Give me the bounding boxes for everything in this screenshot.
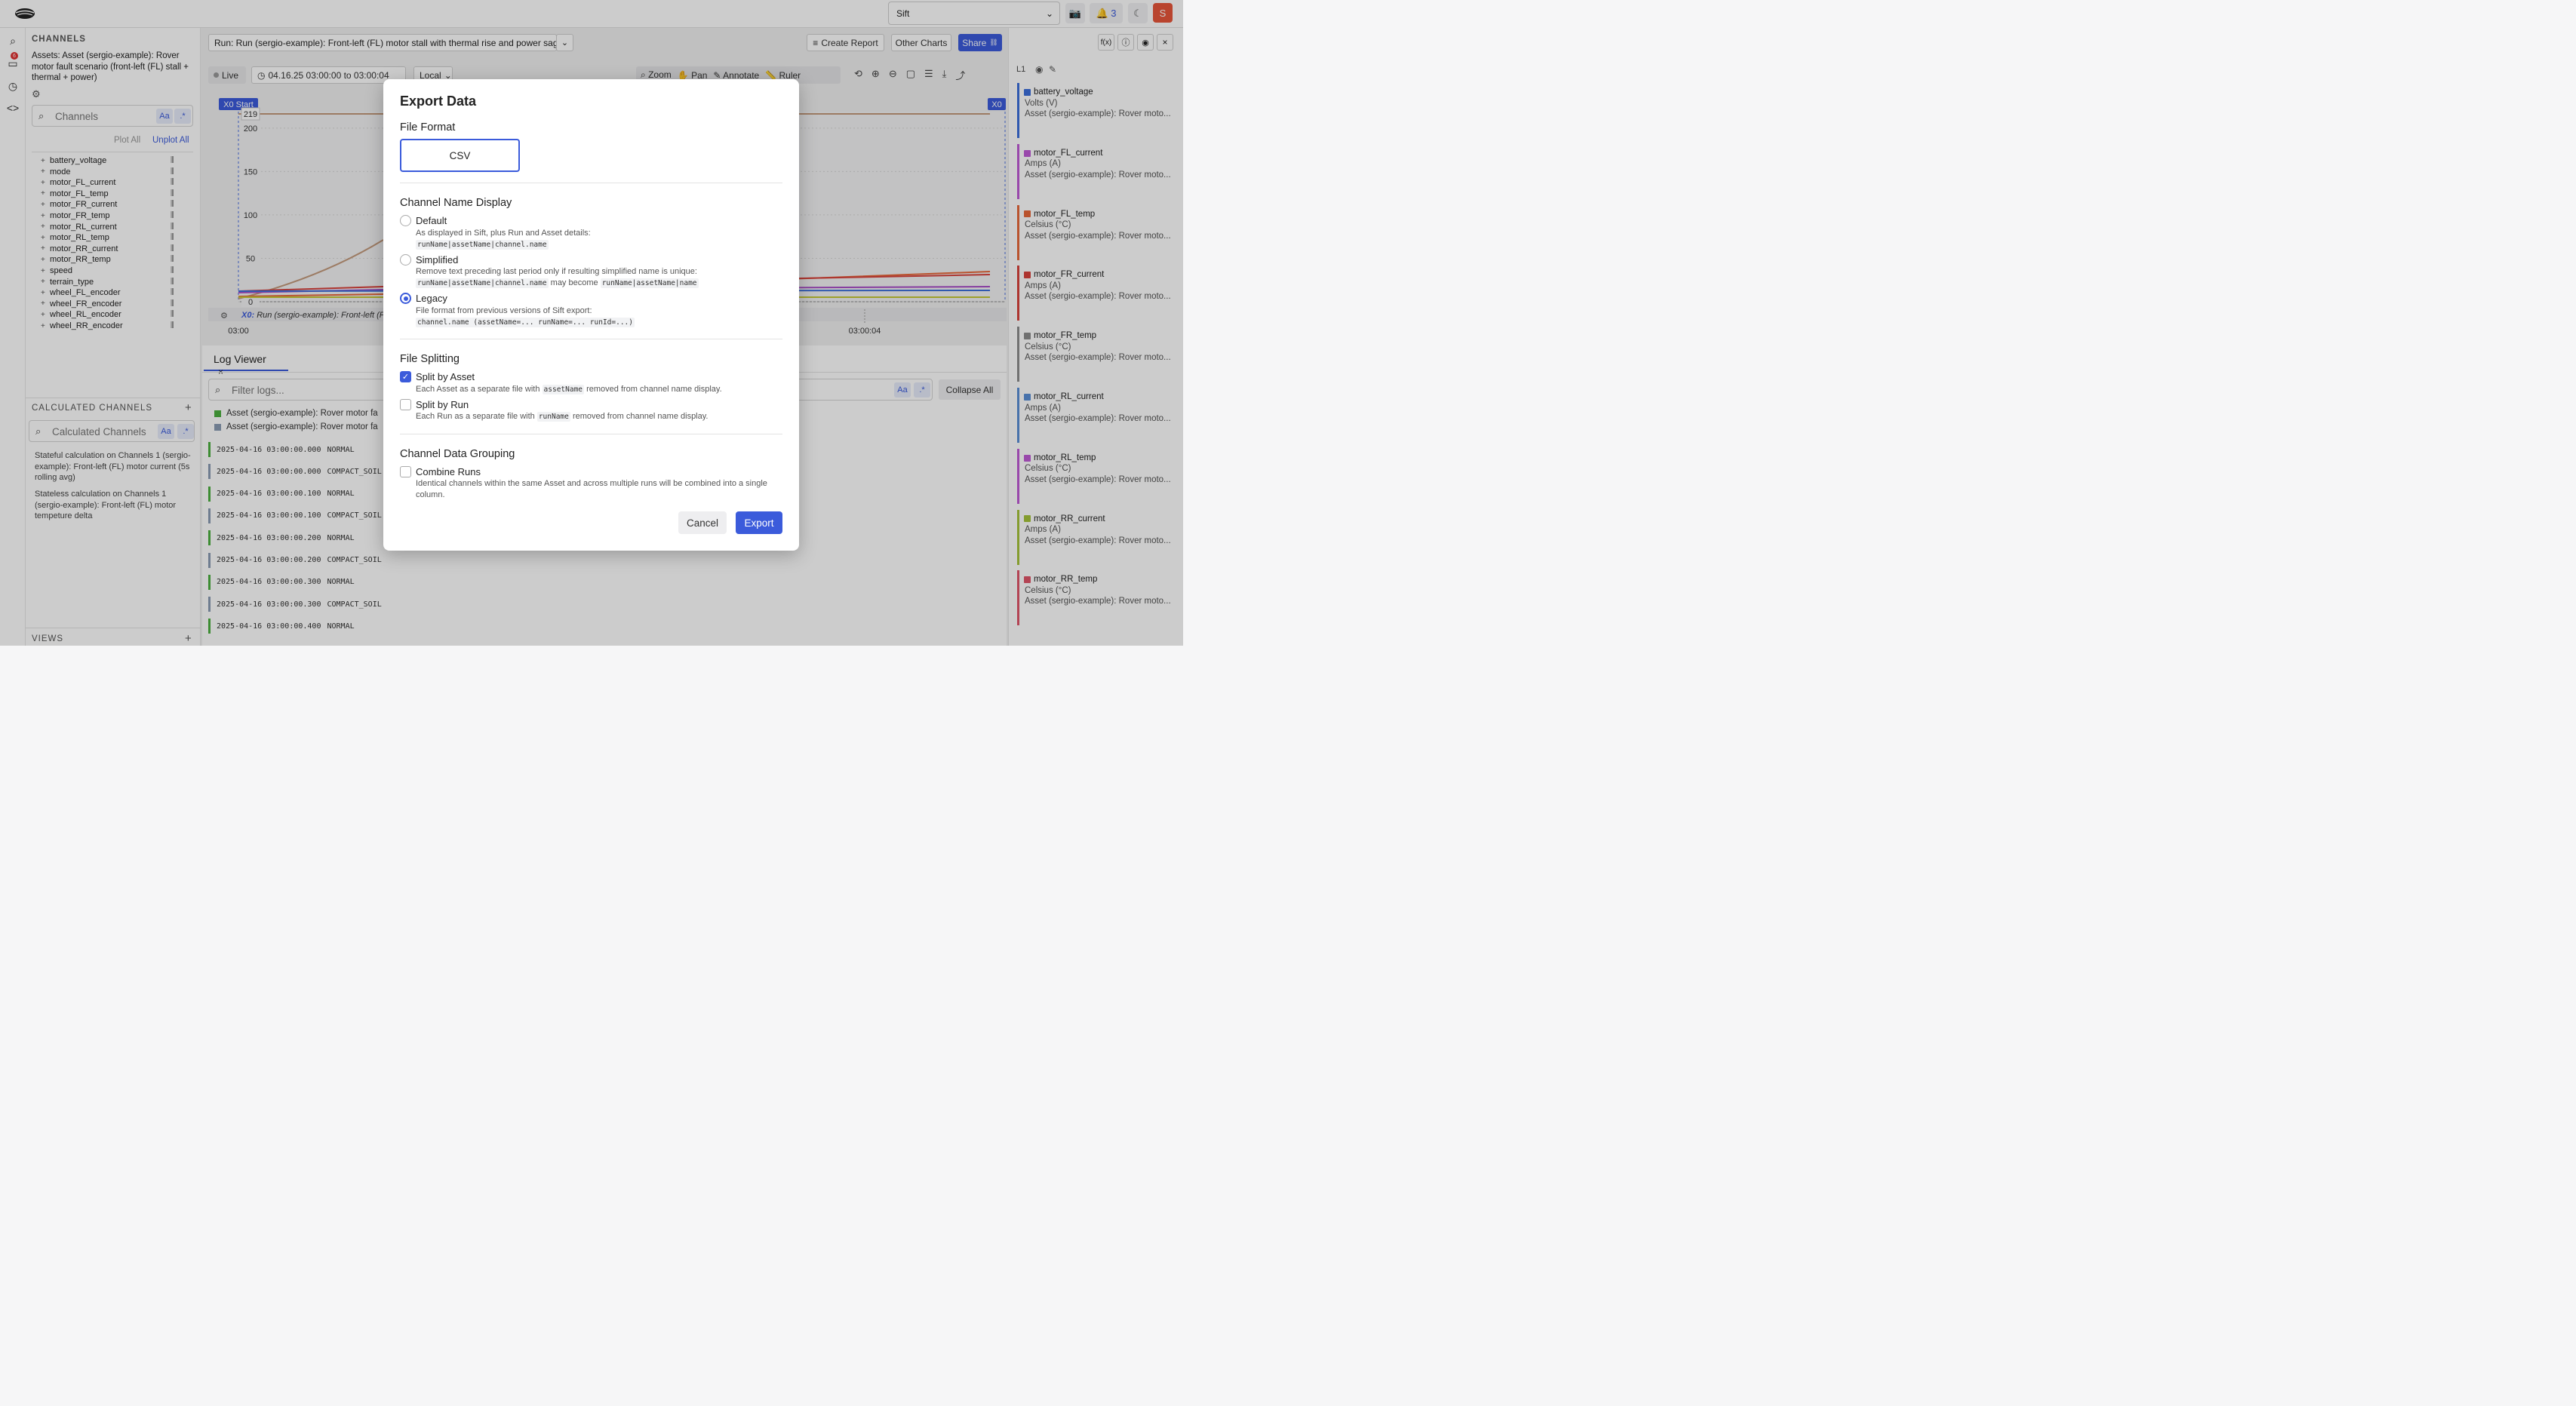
cancel-button[interactable]: Cancel	[678, 511, 727, 534]
split-by-asset-label[interactable]: Split by Asset	[416, 371, 475, 382]
channel-name-display-heading: Channel Name Display	[400, 197, 512, 209]
legacy-code: channel.name (assetName=... runName=... …	[416, 318, 635, 327]
legacy-desc-text: File format from previous versions of Si…	[416, 306, 592, 315]
radio-legacy-label[interactable]: Legacy	[416, 293, 447, 304]
export-button[interactable]: Export	[736, 511, 782, 534]
split-by-asset-desc: Each Asset as a separate file with asset…	[416, 384, 774, 395]
split-by-asset-checkbox[interactable]: ✓	[400, 371, 411, 382]
split-run-code: runName	[536, 412, 570, 422]
radio-simplified-desc: Remove text preceding last period only i…	[416, 266, 774, 289]
simplified-code-1: runName|assetName|channel.name	[416, 278, 549, 288]
radio-default-label[interactable]: Default	[416, 215, 447, 226]
split-by-run-desc: Each Run as a separate file with runName…	[416, 411, 774, 422]
split-run-pre: Each Run as a separate file with	[416, 412, 535, 421]
split-by-run-checkbox[interactable]	[400, 399, 411, 410]
check-icon: ✓	[401, 373, 410, 382]
default-desc-text: As displayed in Sift, plus Run and Asset…	[416, 229, 591, 238]
simplified-code-2: runName|assetName|name	[600, 278, 699, 288]
dialog-title: Export Data	[400, 94, 477, 109]
radio-simplified[interactable]	[400, 254, 411, 266]
combine-runs-desc: Identical channels within the same Asset…	[416, 479, 767, 499]
split-asset-post: removed from channel name display.	[586, 385, 722, 394]
split-run-post: removed from channel name display.	[572, 412, 709, 421]
split-asset-code: assetName	[542, 385, 585, 394]
file-format-option-csv[interactable]: CSV	[400, 139, 520, 172]
split-by-run-label[interactable]: Split by Run	[416, 399, 469, 410]
radio-simplified-label[interactable]: Simplified	[416, 254, 458, 266]
file-splitting-heading: File Splitting	[400, 353, 460, 365]
radio-default-desc: As displayed in Sift, plus Run and Asset…	[416, 228, 774, 250]
simplified-mid: may become	[550, 278, 598, 287]
split-asset-pre: Each Asset as a separate file with	[416, 385, 540, 394]
combine-runs-checkbox[interactable]	[400, 466, 411, 477]
combine-runs-label[interactable]: Combine Runs	[416, 466, 481, 477]
radio-legacy-desc: File format from previous versions of Si…	[416, 305, 774, 328]
simplified-desc-text: Remove text preceding last period only i…	[416, 267, 697, 276]
radio-legacy[interactable]	[400, 293, 411, 304]
default-code: runName|assetName|channel.name	[416, 240, 549, 250]
radio-default[interactable]	[400, 215, 411, 226]
file-format-label: File Format	[400, 121, 456, 134]
channel-data-grouping-heading: Channel Data Grouping	[400, 448, 515, 460]
